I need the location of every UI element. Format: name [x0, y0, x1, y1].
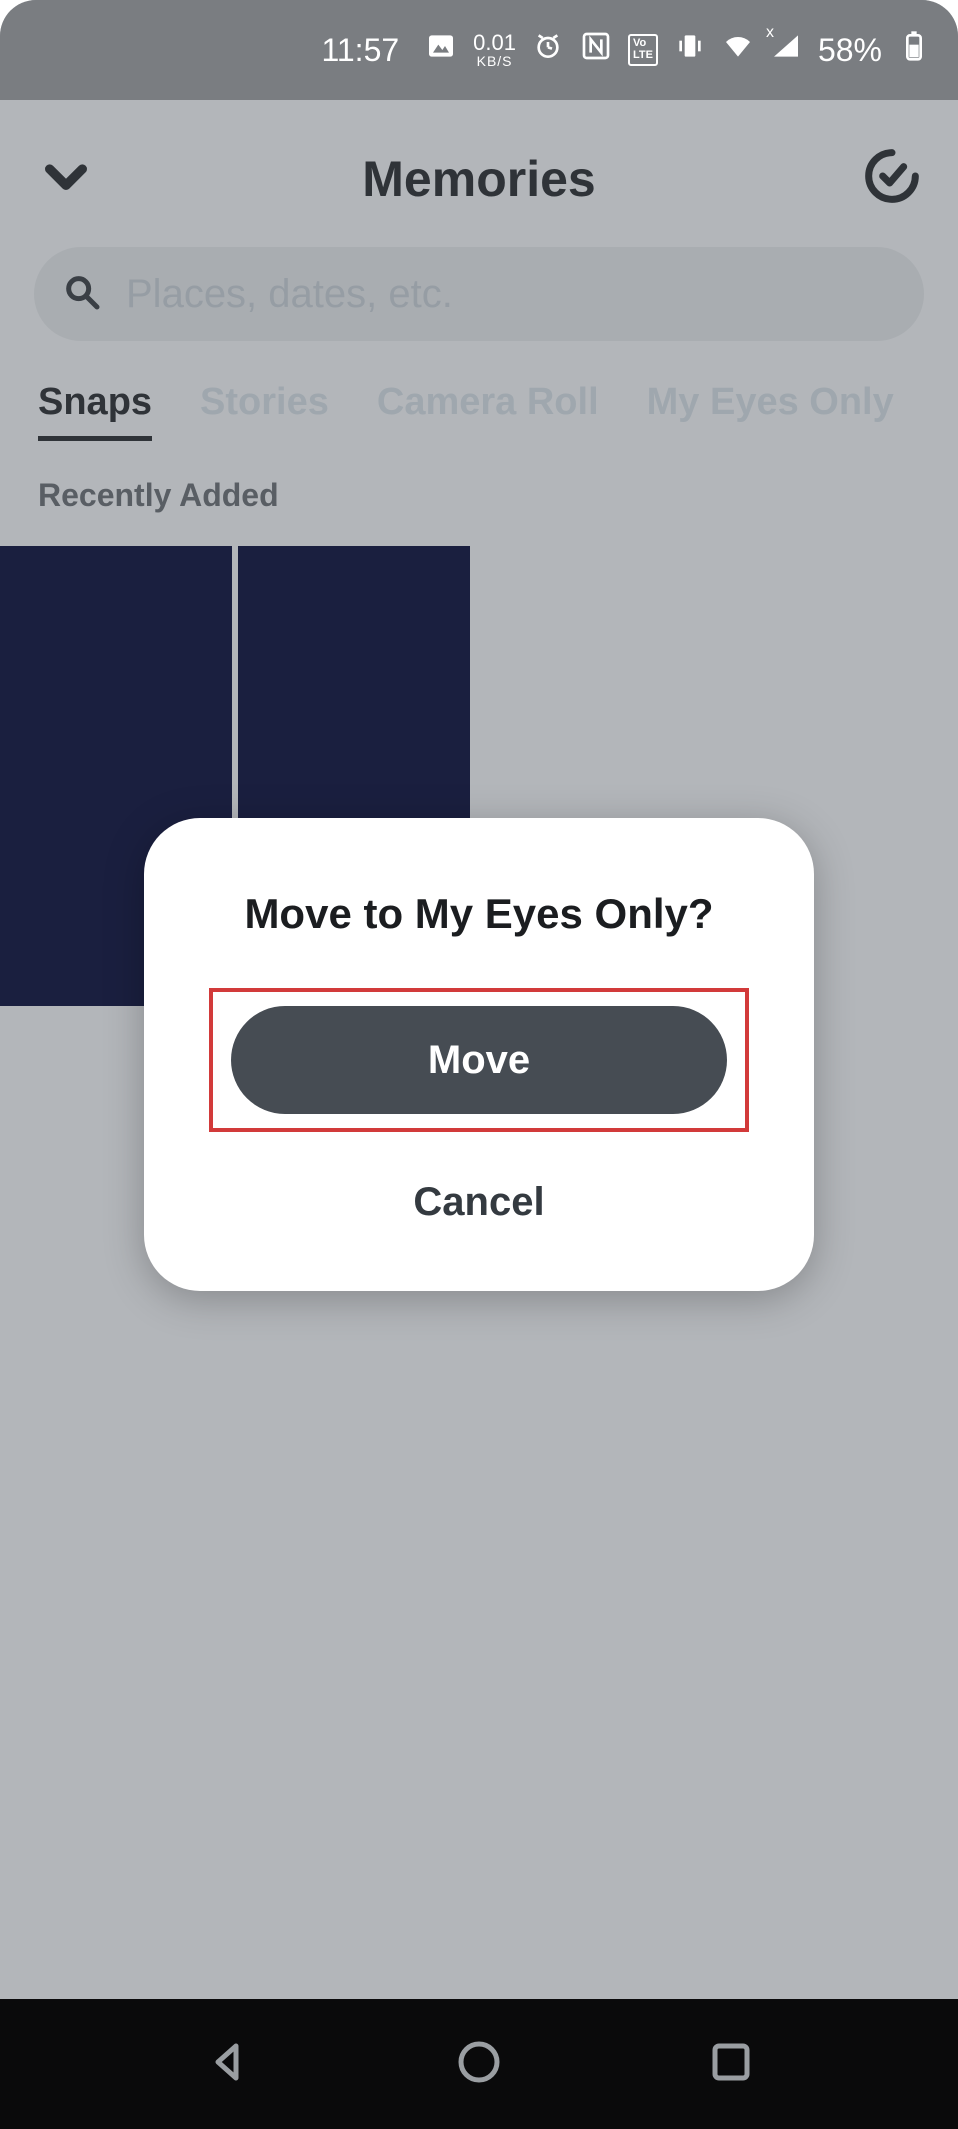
tab-stories[interactable]: Stories — [200, 381, 329, 436]
search-icon — [62, 272, 102, 317]
memories-tabs: Snaps Stories Camera Roll My Eyes Only — [0, 341, 958, 459]
nav-home-icon[interactable] — [455, 2038, 503, 2091]
battery-percent: 58% — [818, 32, 882, 69]
page-title: Memories — [94, 150, 864, 208]
nfc-icon — [580, 30, 612, 70]
alarm-icon — [532, 30, 564, 70]
search-container: Places, dates, etc. — [0, 247, 958, 341]
volte-icon: VoLTE — [628, 34, 658, 65]
battery-icon — [898, 30, 930, 70]
annotation-highlight: Move — [209, 988, 749, 1132]
tab-camera-roll[interactable]: Camera Roll — [377, 381, 599, 436]
select-mode-icon[interactable] — [864, 148, 920, 209]
chevron-down-icon[interactable] — [38, 148, 94, 209]
move-button[interactable]: Move — [231, 1006, 727, 1114]
search-input[interactable]: Places, dates, etc. — [34, 247, 924, 341]
cancel-button[interactable]: Cancel — [413, 1180, 544, 1225]
search-placeholder: Places, dates, etc. — [126, 272, 453, 317]
recently-added-label: Recently Added — [0, 459, 958, 532]
memories-header: Memories — [0, 100, 958, 247]
status-bar: 11:57 0.01 KB/S VoLTE x 58% — [0, 0, 958, 100]
data-rate-unit: KB/S — [477, 54, 513, 68]
data-rate-indicator: 0.01 KB/S — [473, 32, 516, 68]
nav-recent-icon[interactable] — [707, 2038, 755, 2091]
wifi-icon — [722, 30, 754, 70]
dialog-title: Move to My Eyes Only? — [244, 890, 713, 938]
status-time: 11:57 — [321, 32, 399, 69]
nav-back-icon[interactable] — [204, 2038, 252, 2091]
device-frame: 11:57 0.01 KB/S VoLTE x 58% — [0, 0, 958, 2129]
data-rate-value: 0.01 — [473, 32, 516, 54]
tab-my-eyes-only[interactable]: My Eyes Only — [647, 381, 894, 436]
android-nav-bar — [0, 1999, 958, 2129]
move-dialog: Move to My Eyes Only? Move Cancel — [144, 818, 814, 1291]
image-icon — [425, 30, 457, 70]
signal-icon: x — [770, 30, 802, 70]
vibrate-icon — [674, 30, 706, 70]
tab-snaps[interactable]: Snaps — [38, 381, 152, 441]
